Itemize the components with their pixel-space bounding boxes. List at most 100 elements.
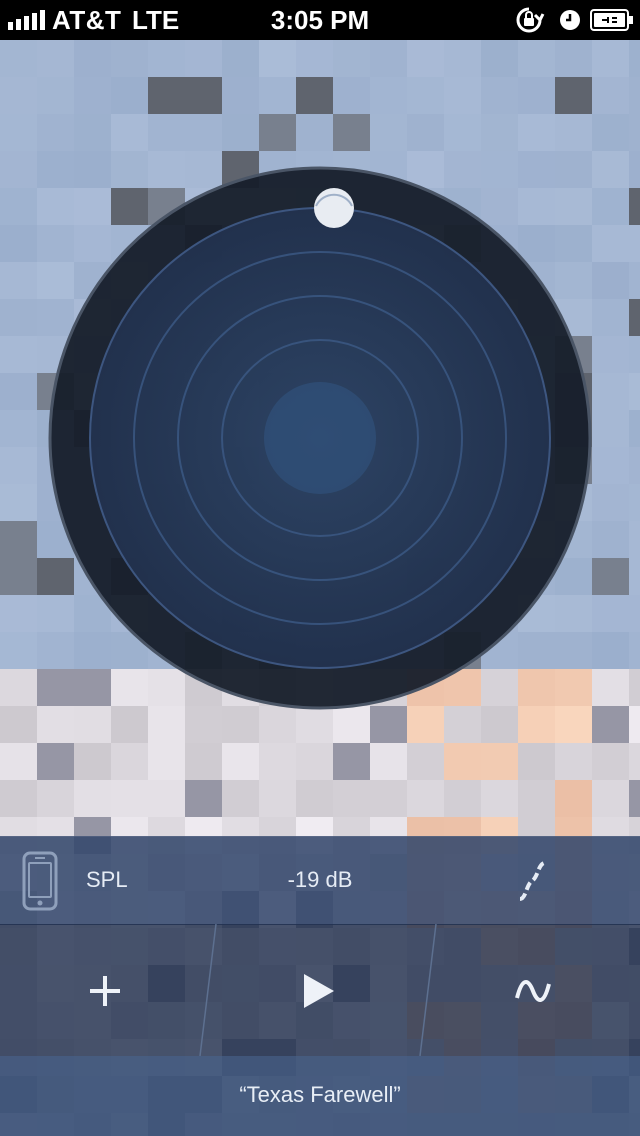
- mosaic-tile: [333, 40, 370, 77]
- mosaic-tile: [259, 40, 296, 77]
- mosaic-tile: [407, 77, 444, 114]
- mosaic-tile: [370, 77, 407, 114]
- mosaic-tile: [518, 780, 555, 817]
- mosaic-tile: [148, 114, 185, 151]
- mosaic-tile: [111, 780, 148, 817]
- play-button[interactable]: [210, 924, 426, 1056]
- mosaic-tile: [37, 780, 74, 817]
- mosaic-tile: [148, 706, 185, 743]
- mosaic-tile: [148, 77, 185, 114]
- mosaic-tile: [592, 336, 629, 373]
- mosaic-tile: [222, 40, 259, 77]
- mosaic-tile: [481, 77, 518, 114]
- add-button[interactable]: [0, 924, 210, 1056]
- mosaic-tile: [296, 77, 333, 114]
- mosaic-tile: [0, 225, 37, 262]
- mosaic-tile: [0, 77, 37, 114]
- mosaic-tile: [481, 780, 518, 817]
- mosaic-tile: [74, 77, 111, 114]
- mosaic-tile: [592, 410, 629, 447]
- mosaic-tile: [592, 780, 629, 817]
- waveform-button[interactable]: [426, 924, 640, 1056]
- add-icon: [90, 976, 120, 1006]
- mosaic-tile: [296, 114, 333, 151]
- mosaic-tile: [185, 114, 222, 151]
- mosaic-tile: [259, 114, 296, 151]
- mosaic-tile: [481, 706, 518, 743]
- mosaic-tile: [481, 40, 518, 77]
- mosaic-tile: [592, 521, 629, 558]
- mosaic-tile: [629, 114, 640, 151]
- mosaic-tile: [0, 780, 37, 817]
- mosaic-tile: [0, 743, 37, 780]
- mosaic-tile: [592, 743, 629, 780]
- curve-icon[interactable]: [516, 859, 548, 903]
- mosaic-tile: [518, 706, 555, 743]
- transport-controls: [0, 924, 640, 1056]
- mosaic-tile: [555, 77, 592, 114]
- mosaic-tile: [629, 410, 640, 447]
- mosaic-tile: [185, 40, 222, 77]
- mosaic-tile: [185, 77, 222, 114]
- mosaic-tile: [111, 40, 148, 77]
- mosaic-tile: [0, 299, 37, 336]
- mosaic-tile: [0, 151, 37, 188]
- control-divider-left: [199, 924, 217, 1056]
- mosaic-tile: [222, 77, 259, 114]
- mosaic-tile: [259, 706, 296, 743]
- mosaic-tile: [111, 114, 148, 151]
- mosaic-tile: [0, 484, 37, 521]
- mosaic-tile: [629, 558, 640, 595]
- mosaic-tile: [222, 114, 259, 151]
- mosaic-tile: [407, 114, 444, 151]
- mosaic-tile: [0, 114, 37, 151]
- mosaic-tile: [0, 262, 37, 299]
- mosaic-tile: [629, 336, 640, 373]
- mosaic-tile: [592, 669, 629, 706]
- mosaic-tile: [0, 632, 37, 669]
- mosaic-tile: [629, 262, 640, 299]
- rotation-lock-icon: [516, 7, 545, 33]
- mosaic-tile: [148, 780, 185, 817]
- mosaic-tile: [518, 743, 555, 780]
- dial-center: [264, 382, 376, 494]
- waveform-icon: [515, 980, 551, 1002]
- mosaic-tile: [629, 484, 640, 521]
- mosaic-tile: [74, 40, 111, 77]
- mosaic-tile: [592, 262, 629, 299]
- mosaic-tile: [111, 706, 148, 743]
- alarm-clock-icon: [560, 10, 580, 30]
- now-playing-bar[interactable]: “Texas Farewell”: [0, 1056, 640, 1136]
- mosaic-tile: [370, 114, 407, 151]
- mosaic-tile: [518, 40, 555, 77]
- mosaic-tile: [407, 706, 444, 743]
- mosaic-tile: [592, 447, 629, 484]
- mosaic-tile: [592, 595, 629, 632]
- mosaic-tile: [592, 77, 629, 114]
- mosaic-tile: [259, 780, 296, 817]
- meter-info-bar: SPL -19 dB: [0, 836, 640, 925]
- mosaic-tile: [185, 706, 222, 743]
- mosaic-tile: [629, 225, 640, 262]
- mosaic-tile: [592, 299, 629, 336]
- mosaic-tile: [259, 77, 296, 114]
- mosaic-tile: [629, 669, 640, 706]
- mosaic-tile: [148, 40, 185, 77]
- mosaic-tile: [370, 40, 407, 77]
- mosaic-tile: [296, 743, 333, 780]
- mosaic-tile: [592, 188, 629, 225]
- mosaic-tile: [296, 706, 333, 743]
- mosaic-tile: [148, 743, 185, 780]
- level-dial[interactable]: [48, 166, 592, 710]
- mosaic-tile: [518, 114, 555, 151]
- mosaic-tile: [629, 595, 640, 632]
- mosaic-tile: [333, 706, 370, 743]
- mosaic-tile: [629, 780, 640, 817]
- mosaic-tile: [629, 373, 640, 410]
- mosaic-tile: [592, 632, 629, 669]
- mosaic-tile: [370, 743, 407, 780]
- mosaic-tile: [555, 780, 592, 817]
- mosaic-tile: [592, 40, 629, 77]
- battery-charging-icon: [590, 9, 633, 31]
- status-bar: AT&T LTE 3:05 PM: [0, 0, 640, 40]
